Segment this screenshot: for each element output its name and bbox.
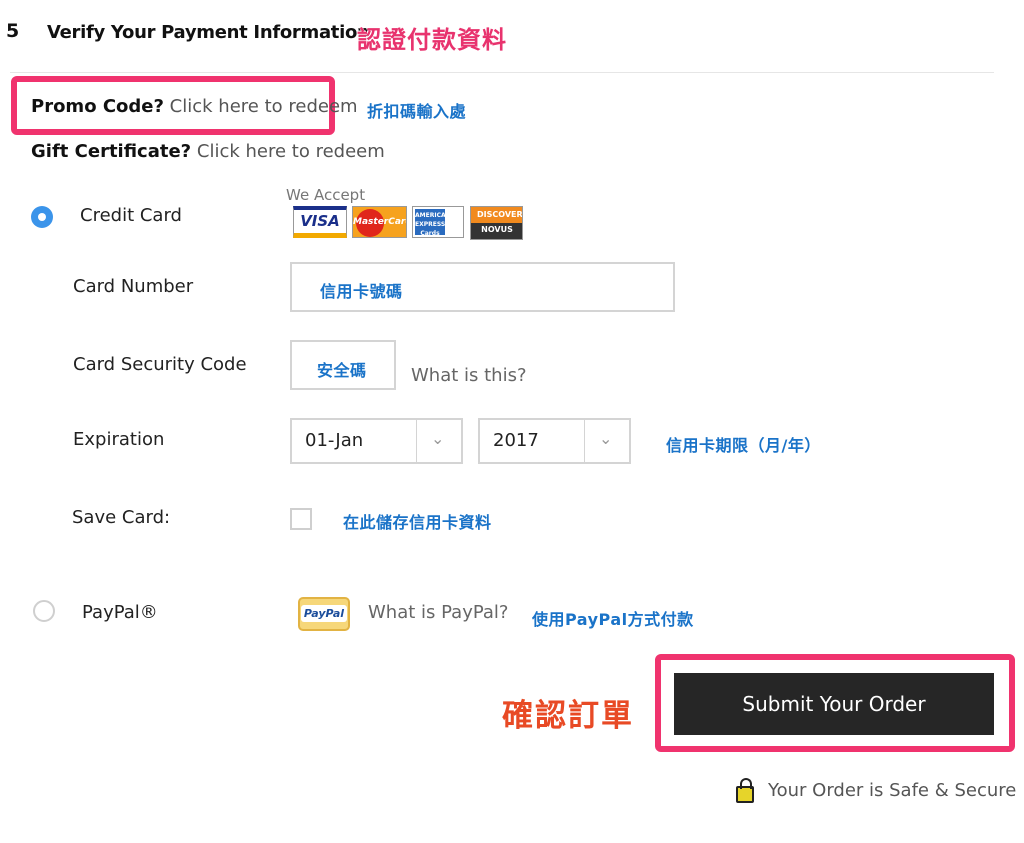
security-code-help-link[interactable]: What is this?: [411, 365, 527, 386]
paypal-help-link[interactable]: What is PayPal?: [368, 602, 508, 623]
annotation-save-card: 在此儲存信用卡資料: [343, 513, 492, 532]
accepted-cards: VISA MasterCard AMERICAN EXPRESS Cards D…: [293, 206, 525, 240]
annotation-submit: 確認訂單: [502, 698, 634, 734]
credit-card-radio[interactable]: [31, 206, 53, 228]
security-code-label: Card Security Code: [73, 354, 247, 375]
annotation-promo: 折扣碼輸入處: [367, 102, 467, 121]
save-card-label: Save Card:: [72, 507, 171, 528]
expiration-month-select[interactable]: 01-Jan ⌄: [290, 418, 463, 464]
save-card-checkbox[interactable]: [290, 508, 312, 530]
submit-order-button[interactable]: Submit Your Order: [674, 673, 994, 735]
promo-redeem-link[interactable]: Click here to redeem: [170, 96, 358, 117]
promo-code-row: Promo Code? Click here to redeem: [31, 96, 358, 117]
paypal-radio[interactable]: [33, 600, 55, 622]
annotation-paypal: 使用PayPal方式付款: [532, 610, 694, 629]
lock-icon: [736, 778, 754, 803]
annotation-card-number: 信用卡號碼: [320, 282, 403, 301]
security-note: Your Order is Safe & Secure: [768, 780, 1017, 801]
expiration-month-value: 01-Jan: [305, 430, 364, 451]
chevron-down-icon: ⌄: [599, 429, 613, 448]
we-accept-label: We Accept: [286, 186, 366, 204]
expiration-label: Expiration: [73, 429, 165, 450]
gift-redeem-link[interactable]: Click here to redeem: [197, 141, 385, 162]
amex-card-icon: AMERICAN EXPRESS Cards: [412, 206, 464, 238]
gift-certificate-row: Gift Certificate? Click here to redeem: [31, 141, 385, 162]
expiration-year-select[interactable]: 2017 ⌄: [478, 418, 631, 464]
annotation-verify-payment: 認證付款資料: [357, 26, 507, 54]
gift-certificate-label: Gift Certificate?: [31, 141, 192, 162]
expiration-year-value: 2017: [493, 430, 539, 451]
divider: [10, 72, 994, 73]
credit-card-label: Credit Card: [80, 205, 182, 226]
step-number: 5: [6, 20, 20, 42]
step-title: Verify Your Payment Information: [47, 22, 370, 43]
paypal-label: PayPal®: [82, 602, 158, 623]
mastercard-card-icon: MasterCard: [352, 206, 407, 238]
annotation-expiration: 信用卡期限（月/年）: [666, 436, 821, 455]
annotation-security-code: 安全碼: [317, 361, 367, 380]
card-number-label: Card Number: [73, 276, 194, 297]
promo-code-label: Promo Code?: [31, 96, 164, 117]
discover-novus-card-icon: DISCOVER NOVUS: [470, 206, 523, 240]
visa-card-icon: VISA: [293, 206, 347, 238]
chevron-down-icon: ⌄: [431, 429, 445, 448]
paypal-logo-icon: PayPal: [298, 597, 350, 631]
